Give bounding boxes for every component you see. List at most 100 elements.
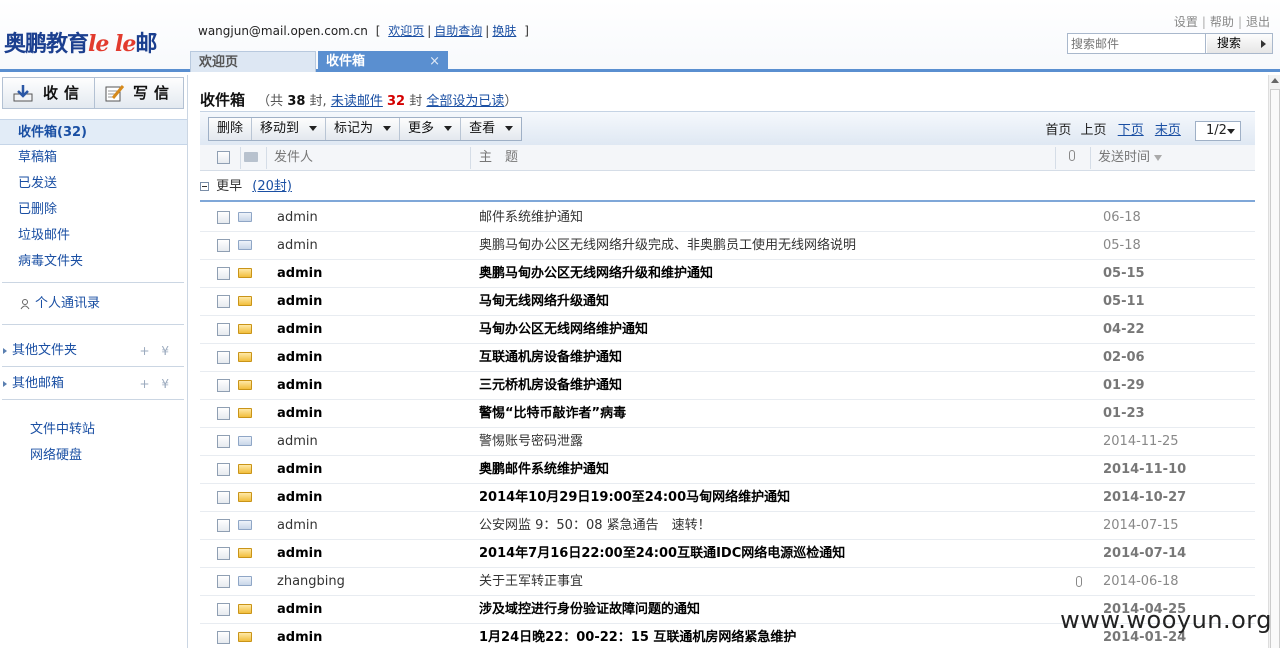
scrollbar[interactable] — [1268, 75, 1280, 648]
search-button[interactable]: 搜索 — [1207, 34, 1272, 53]
row-checkbox[interactable] — [217, 547, 230, 560]
email-subject[interactable]: 奥鹏马甸办公区无线网络升级完成、非奥鹏员工使用无线网络说明 — [479, 232, 856, 260]
write-button[interactable]: 写信 — [95, 78, 183, 108]
email-sender[interactable]: admin — [277, 596, 322, 624]
email-row[interactable]: admin 公安网监 9：50：08 紧急通告 速转！ 2014-07-15 — [200, 512, 1255, 540]
group-count-link[interactable]: (20封) — [252, 179, 292, 194]
self-query-link[interactable]: 自助查询 — [434, 24, 482, 38]
email-row[interactable]: admin 互联通机房设备维护通知 02-06 — [200, 344, 1255, 372]
sidebar-item-deleted[interactable]: 已删除 — [0, 197, 187, 223]
row-checkbox[interactable] — [217, 267, 230, 280]
app-logo[interactable]: 奥鹏教育le le邮 — [4, 26, 157, 58]
email-sender[interactable]: admin — [277, 232, 318, 260]
email-row[interactable]: admin 警惕“比特币敲诈者”病毒 01-23 — [200, 400, 1255, 428]
email-row[interactable]: admin 2014年7月16日22:00至24:00互联通IDC网络电源巡检通知… — [200, 540, 1255, 568]
sidebar-item-other-folders[interactable]: 其他文件夹 + ¥ — [0, 340, 187, 362]
row-checkbox[interactable] — [217, 351, 230, 364]
email-row[interactable]: zhangbing 关于王军转正事宜 2014-06-18 — [200, 568, 1255, 596]
sidebar-item-drafts[interactable]: 草稿箱 — [0, 145, 187, 171]
row-checkbox[interactable] — [217, 323, 230, 336]
receive-button[interactable]: 收信 — [3, 78, 95, 108]
sidebar-item-spam[interactable]: 垃圾邮件 — [0, 223, 187, 249]
more-button[interactable]: 更多 — [400, 118, 462, 140]
row-checkbox[interactable] — [217, 211, 230, 224]
mark-all-read-link[interactable]: 全部设为已读 — [426, 94, 504, 109]
email-sender[interactable]: admin — [277, 344, 322, 372]
pager-next-link[interactable]: 下页 — [1118, 123, 1144, 138]
row-checkbox[interactable] — [217, 491, 230, 504]
sidebar-item-virus[interactable]: 病毒文件夹 — [0, 249, 187, 275]
email-sender[interactable]: admin — [277, 624, 322, 648]
row-checkbox[interactable] — [217, 435, 230, 448]
email-subject[interactable]: 马甸无线网络升级通知 — [479, 288, 609, 316]
email-sender[interactable]: admin — [277, 540, 322, 568]
row-checkbox[interactable] — [217, 631, 230, 644]
mark-as-button[interactable]: 标记为 — [326, 118, 401, 140]
select-all-checkbox[interactable] — [217, 151, 230, 164]
email-subject[interactable]: 邮件系统维护通知 — [479, 204, 583, 232]
email-sender[interactable]: admin — [277, 372, 322, 400]
email-subject[interactable]: 2014年10月29日19:00至24:00马甸网络维护通知 — [479, 484, 790, 512]
sidebar-item-inbox[interactable]: 收件箱(32) — [0, 119, 187, 145]
email-row[interactable]: admin 奥鹏邮件系统维护通知 2014-11-10 — [200, 456, 1255, 484]
pager-last-link[interactable]: 末页 — [1155, 123, 1181, 138]
logout-link[interactable]: 退出 — [1246, 15, 1270, 29]
email-sender[interactable]: admin — [277, 260, 322, 288]
email-row[interactable]: admin 2014年10月29日19:00至24:00马甸网络维护通知 2014-… — [200, 484, 1255, 512]
email-subject[interactable]: 警惕账号密码泄露 — [479, 428, 583, 456]
email-subject[interactable]: 2014年7月16日22:00至24:00互联通IDC网络电源巡检通知 — [479, 540, 845, 568]
row-checkbox[interactable] — [217, 239, 230, 252]
email-row[interactable]: admin 奥鹏马甸办公区无线网络升级完成、非奥鹏员工使用无线网络说明 05-18 — [200, 232, 1255, 260]
page-select[interactable]: 1/2 — [1195, 120, 1241, 141]
email-subject[interactable]: 1月24日晚22：00-22：15 互联通机房网络紧急维护 — [479, 624, 796, 648]
sender-column-header[interactable]: 发件人 — [274, 145, 313, 171]
tab-inbox[interactable]: 收件箱 × — [318, 51, 448, 72]
email-sender[interactable]: admin — [277, 288, 322, 316]
email-row[interactable]: admin 邮件系统维护通知 06-18 — [200, 204, 1255, 232]
email-sender[interactable]: admin — [277, 400, 322, 428]
row-checkbox[interactable] — [217, 519, 230, 532]
close-tab-icon[interactable]: × — [429, 51, 440, 72]
email-subject[interactable]: 警惕“比特币敲诈者”病毒 — [479, 400, 626, 428]
email-sender[interactable]: admin — [277, 484, 322, 512]
mailbox-actions[interactable]: + ¥ — [139, 373, 173, 395]
email-row[interactable]: admin 马甸无线网络升级通知 05-11 — [200, 288, 1255, 316]
attachment-column-header[interactable] — [1069, 145, 1075, 171]
email-row[interactable]: admin 马甸办公区无线网络维护通知 04-22 — [200, 316, 1255, 344]
row-checkbox[interactable] — [217, 575, 230, 588]
search-input[interactable] — [1068, 34, 1206, 53]
scrollbar-thumb[interactable] — [1270, 89, 1280, 648]
collapse-icon[interactable] — [200, 182, 209, 191]
row-checkbox[interactable] — [217, 603, 230, 616]
scroll-up-icon[interactable] — [1271, 78, 1279, 83]
email-subject[interactable]: 奥鹏马甸办公区无线网络升级和维护通知 — [479, 260, 713, 288]
email-sender[interactable]: admin — [277, 204, 318, 232]
sidebar-item-netdisk[interactable]: 网络硬盘 — [0, 445, 187, 467]
help-link[interactable]: 帮助 — [1210, 15, 1234, 29]
email-subject[interactable]: 互联通机房设备维护通知 — [479, 344, 622, 372]
email-sender[interactable]: admin — [277, 316, 322, 344]
unread-link[interactable]: 未读邮件 — [331, 94, 383, 109]
delete-button[interactable]: 删除 — [209, 118, 253, 140]
tab-welcome[interactable]: 欢迎页 — [190, 51, 316, 72]
row-checkbox[interactable] — [217, 295, 230, 308]
email-row[interactable]: admin 三元桥机房设备维护通知 01-29 — [200, 372, 1255, 400]
email-sender[interactable]: admin — [277, 456, 322, 484]
view-button[interactable]: 查看 — [461, 118, 521, 140]
sidebar-item-sent[interactable]: 已发送 — [0, 171, 187, 197]
date-column-header[interactable]: 发送时间 — [1098, 145, 1163, 171]
row-checkbox[interactable] — [217, 379, 230, 392]
email-sender[interactable]: admin — [277, 428, 318, 456]
change-skin-link[interactable]: 换肤 — [492, 24, 516, 38]
subject-column-header[interactable]: 主 题 — [479, 145, 518, 171]
email-subject[interactable]: 关于王军转正事宜 — [479, 568, 583, 596]
sidebar-item-other-mailboxes[interactable]: 其他邮箱 + ¥ — [0, 373, 187, 395]
sidebar-item-contacts[interactable]: 个人通讯录 — [0, 293, 187, 315]
email-subject[interactable]: 公安网监 9：50：08 紧急通告 速转！ — [479, 512, 711, 540]
row-checkbox[interactable] — [217, 407, 230, 420]
folder-actions[interactable]: + ¥ — [139, 340, 173, 362]
email-subject[interactable]: 马甸办公区无线网络维护通知 — [479, 316, 648, 344]
row-checkbox[interactable] — [217, 463, 230, 476]
move-to-button[interactable]: 移动到 — [252, 118, 327, 140]
email-row[interactable]: admin 警惕账号密码泄露 2014-11-25 — [200, 428, 1255, 456]
